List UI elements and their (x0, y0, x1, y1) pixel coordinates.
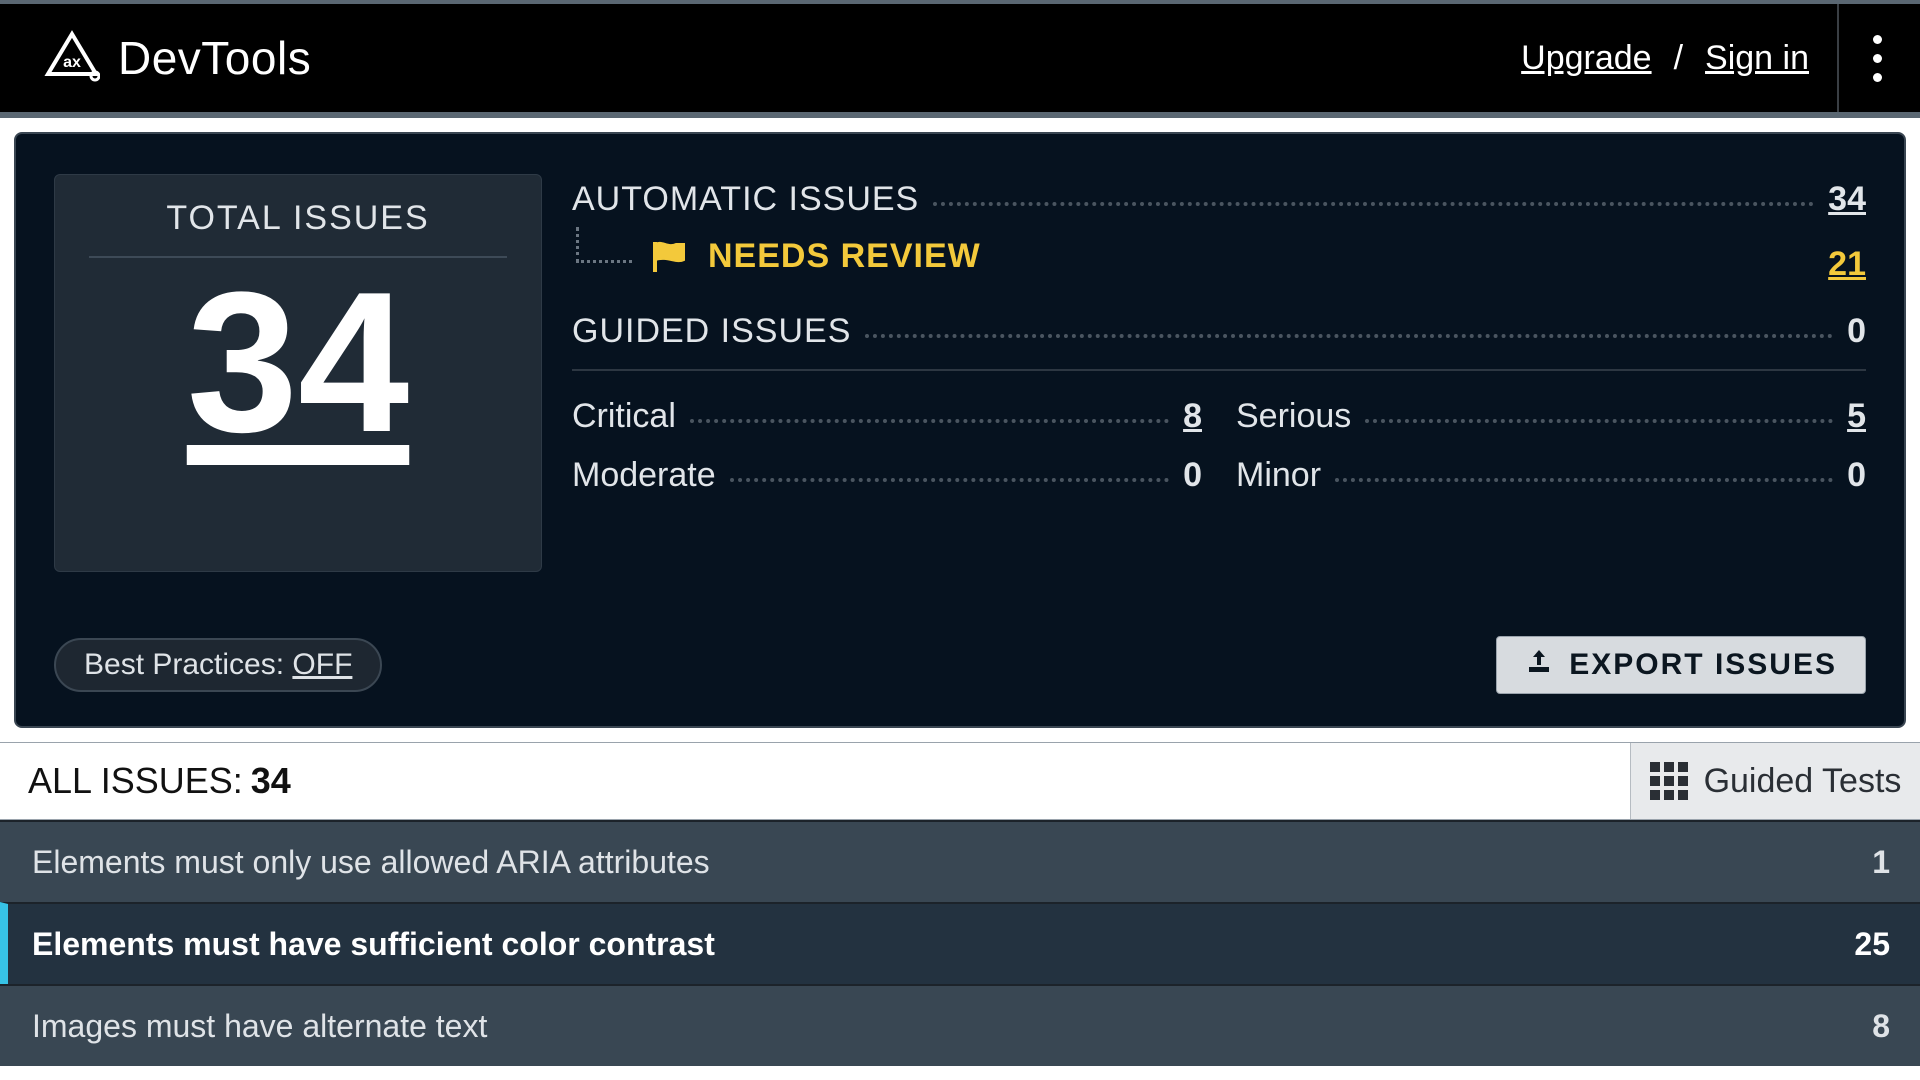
needs-review-row: NEEDS REVIEW 21 (572, 237, 1866, 284)
total-issues-card: TOTAL ISSUES 34 (54, 174, 542, 572)
issue-row[interactable]: Elements must only use allowed ARIA attr… (0, 820, 1920, 902)
issues-dashboard: TOTAL ISSUES 34 AUTOMATIC ISSUES 34 (14, 132, 1906, 728)
issue-title: Elements must only use allowed ARIA attr… (32, 844, 710, 881)
guided-issues-row: GUIDED ISSUES 0 (572, 312, 1866, 351)
link-separator: / (1674, 39, 1683, 78)
severity-critical: Critical 8 (572, 397, 1202, 436)
automatic-issues-row: AUTOMATIC ISSUES 34 (572, 180, 1866, 219)
total-issues-count[interactable]: 34 (187, 258, 409, 468)
issue-row[interactable]: Elements must have sufficient color cont… (0, 902, 1920, 984)
flag-icon (652, 240, 688, 274)
tab-guided-tests[interactable]: Guided Tests (1630, 743, 1920, 819)
severity-moderate-count: 0 (1183, 456, 1202, 495)
automatic-issues-label: AUTOMATIC ISSUES (572, 180, 919, 219)
upload-icon (1525, 647, 1553, 683)
best-practices-toggle[interactable]: Best Practices: OFF (54, 638, 382, 692)
more-menu-icon[interactable] (1873, 35, 1882, 82)
automatic-issues-count[interactable]: 34 (1828, 180, 1866, 219)
export-issues-button[interactable]: EXPORT ISSUES (1496, 636, 1866, 694)
best-practices-label: Best Practices: (84, 648, 292, 681)
severity-minor-count: 0 (1847, 456, 1866, 495)
issue-row[interactable]: Images must have alternate text 8 (0, 984, 1920, 1066)
severity-serious: Serious 5 (1236, 397, 1866, 436)
severity-minor: Minor 0 (1236, 456, 1866, 495)
brand: ax DevTools (44, 28, 311, 89)
svg-text:ax: ax (63, 54, 81, 71)
upgrade-link[interactable]: Upgrade (1521, 39, 1651, 78)
guided-issues-count: 0 (1847, 312, 1866, 351)
export-issues-label: EXPORT ISSUES (1569, 648, 1837, 682)
severity-moderate: Moderate 0 (572, 456, 1202, 495)
grid-icon (1650, 762, 1688, 800)
axe-logo-icon: ax (44, 28, 100, 89)
severity-grid: Critical 8 Serious 5 Moderate 0 Minor (572, 397, 1866, 495)
severity-critical-count[interactable]: 8 (1183, 397, 1202, 436)
issues-tabs: ALL ISSUES: 34 Guided Tests (0, 742, 1920, 820)
tree-connector-icon (576, 227, 632, 263)
top-links: Upgrade / Sign in (1521, 39, 1809, 78)
best-practices-state: OFF (292, 648, 352, 681)
top-bar: ax DevTools Upgrade / Sign in (0, 0, 1920, 118)
metrics-panel: AUTOMATIC ISSUES 34 NEEDS REVIEW 2 (572, 174, 1866, 572)
guided-issues-label: GUIDED ISSUES (572, 312, 851, 351)
tab-all-count: 34 (251, 760, 291, 802)
needs-review-label: NEEDS REVIEW (708, 237, 981, 276)
issue-count: 8 (1872, 1008, 1890, 1045)
issues-list: Elements must only use allowed ARIA attr… (0, 820, 1920, 1066)
issue-title: Elements must have sufficient color cont… (32, 926, 715, 963)
issue-title: Images must have alternate text (32, 1008, 487, 1045)
tab-guided-label: Guided Tests (1704, 762, 1902, 801)
severity-serious-count[interactable]: 5 (1847, 397, 1866, 436)
signin-link[interactable]: Sign in (1705, 39, 1809, 78)
brand-title: DevTools (118, 31, 311, 85)
needs-review-count[interactable]: 21 (1828, 245, 1866, 284)
total-issues-label: TOTAL ISSUES (166, 175, 429, 256)
tab-all-label: ALL ISSUES: (28, 760, 243, 802)
divider (572, 369, 1866, 371)
issue-count: 25 (1854, 926, 1890, 963)
tab-all-issues[interactable]: ALL ISSUES: 34 (0, 743, 1630, 819)
issue-count: 1 (1872, 844, 1890, 881)
